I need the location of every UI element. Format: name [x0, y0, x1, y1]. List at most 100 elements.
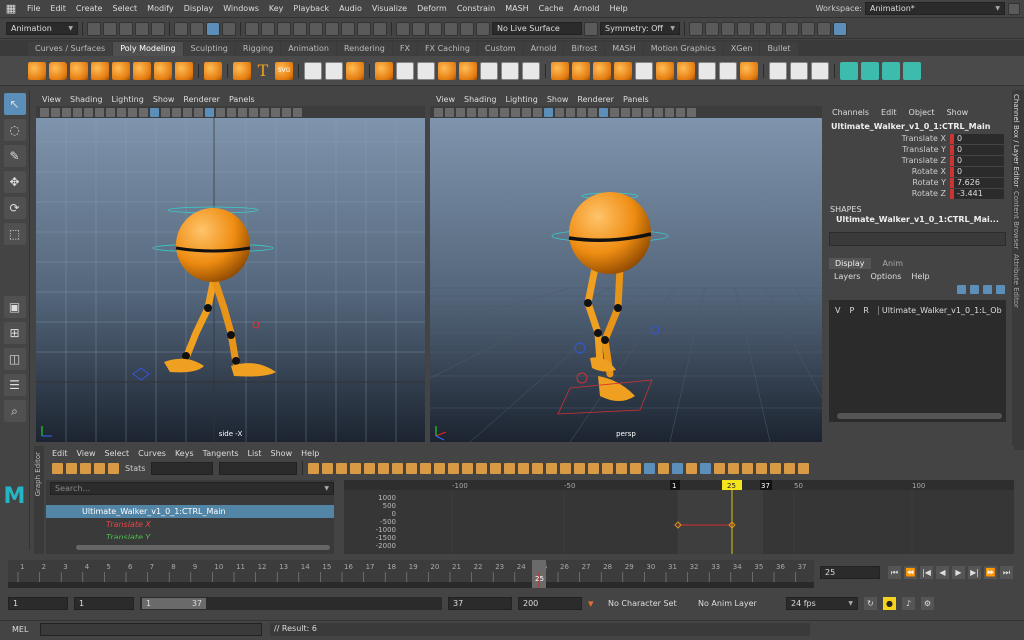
- cb-value-field[interactable]: -3.441: [954, 188, 1004, 199]
- retime-tool-icon[interactable]: [108, 462, 119, 474]
- normalize-icon[interactable]: [588, 462, 600, 474]
- foot-control-left[interactable]: [132, 367, 150, 381]
- textured-icon[interactable]: [205, 107, 214, 117]
- step-forward-key-icon[interactable]: ⏩: [984, 566, 997, 579]
- shelf-tab-mash[interactable]: MASH: [605, 42, 643, 56]
- pre-infinity-icon[interactable]: [616, 462, 628, 474]
- menu-mash[interactable]: MASH: [500, 4, 533, 13]
- arnold-render-view-icon[interactable]: [753, 21, 767, 36]
- poly-cylinder-icon[interactable]: [70, 61, 88, 80]
- cb-value-field[interactable]: 0: [954, 166, 1004, 177]
- mask-deform-icon[interactable]: [309, 21, 323, 36]
- load-selected-icon[interactable]: [686, 462, 698, 474]
- snap-view-icon[interactable]: [444, 21, 458, 36]
- smooth-tool-icon[interactable]: [790, 61, 808, 80]
- anti-alias-icon[interactable]: [654, 107, 663, 117]
- mask-misc-icon[interactable]: [357, 21, 371, 36]
- vp-menu-view[interactable]: View: [436, 95, 455, 104]
- platonic-solid-icon[interactable]: [175, 61, 193, 80]
- menu-file[interactable]: File: [22, 4, 45, 13]
- post-infinity-icon[interactable]: [630, 462, 642, 474]
- select-object-icon[interactable]: [190, 21, 204, 36]
- layer-hscrollbar[interactable]: [837, 413, 1002, 419]
- film-gate-icon[interactable]: [478, 107, 487, 117]
- search-icon[interactable]: ⌕: [3, 400, 26, 422]
- undo-icon[interactable]: [135, 21, 149, 36]
- single-view-icon[interactable]: ▣: [3, 296, 26, 318]
- select-tool-icon[interactable]: ↖: [3, 93, 26, 115]
- snap-surface-icon[interactable]: [460, 21, 474, 36]
- append-icon[interactable]: [501, 61, 519, 80]
- poly-sphere-icon[interactable]: [28, 61, 46, 80]
- uv-automatic-icon[interactable]: [903, 61, 921, 80]
- shelf-tab-curves[interactable]: Curves / Surfaces: [28, 42, 113, 56]
- mask-lock-icon[interactable]: [373, 21, 387, 36]
- menu-select[interactable]: Select: [107, 4, 142, 13]
- lock-weight-icon[interactable]: [504, 462, 516, 474]
- lights-icon[interactable]: [610, 107, 619, 117]
- safe-action-icon[interactable]: [128, 107, 137, 117]
- insert-edge-loop-icon[interactable]: [635, 61, 653, 80]
- paint-select-icon[interactable]: ✎: [3, 145, 26, 167]
- bevel-icon[interactable]: [459, 61, 477, 80]
- anim-prefs-icon[interactable]: ⚙: [921, 596, 934, 610]
- vp-menu-lighting[interactable]: Lighting: [111, 95, 143, 104]
- ge-menu-keys[interactable]: Keys: [175, 449, 194, 458]
- menu-deform[interactable]: Deform: [412, 4, 452, 13]
- layer-tab-display[interactable]: Display: [829, 258, 871, 269]
- script-language-label[interactable]: MEL: [12, 625, 34, 634]
- menu-audio[interactable]: Audio: [334, 4, 367, 13]
- vp-menu-show[interactable]: Show: [547, 95, 569, 104]
- grid-icon[interactable]: [544, 107, 553, 117]
- ge-search-field[interactable]: Search... ▼: [50, 482, 334, 495]
- motion-blur-icon[interactable]: [643, 107, 652, 117]
- workspace-dropdown[interactable]: Animation* ▼: [865, 2, 1005, 15]
- foot-right[interactable]: [598, 376, 635, 401]
- collapse-icon[interactable]: [677, 61, 695, 80]
- command-input[interactable]: [40, 623, 262, 636]
- vp-menu-panels[interactable]: Panels: [229, 95, 255, 104]
- pole-vector-ctrl[interactable]: [252, 321, 260, 329]
- menu-arnold[interactable]: Arnold: [569, 4, 605, 13]
- relative-view-icon[interactable]: [714, 462, 726, 474]
- vp-menu-show[interactable]: Show: [153, 95, 175, 104]
- resolution-gate-icon[interactable]: [489, 107, 498, 117]
- menuset-dropdown[interactable]: Animation ▼: [6, 22, 78, 35]
- xray-icon[interactable]: [194, 107, 203, 117]
- cb-value-field[interactable]: 0: [954, 144, 1004, 155]
- cb-object-name[interactable]: Ultimate_Walker_v1_0_1:CTRL_Main: [826, 117, 1011, 133]
- shelf-tab-sculpting[interactable]: Sculpting: [183, 42, 235, 56]
- vp-menu-view[interactable]: View: [42, 95, 61, 104]
- vp-menu-panels[interactable]: Panels: [623, 95, 649, 104]
- menu-cache[interactable]: Cache: [534, 4, 569, 13]
- boolean-icon[interactable]: [375, 61, 393, 80]
- vp-menu-renderer[interactable]: Renderer: [183, 95, 220, 104]
- menu-key[interactable]: Key: [264, 4, 289, 13]
- wedge-icon[interactable]: [719, 61, 737, 80]
- camera-icon[interactable]: [434, 107, 443, 117]
- layer-row[interactable]: V P R Ultimate_Walker_v1_0_1:L_Ob: [829, 300, 1006, 315]
- ge-outliner-item[interactable]: Ultimate_Walker_v1_0_1:CTRL_Main: [46, 505, 334, 518]
- ge-menu-show[interactable]: Show: [271, 449, 293, 458]
- new-scene-icon[interactable]: [87, 21, 101, 36]
- cb-row-rotate-x[interactable]: Rotate X 0: [826, 166, 1011, 177]
- buffer-curve-icon[interactable]: [518, 462, 530, 474]
- lasso-tool-icon[interactable]: ◌: [3, 119, 26, 141]
- viewport-persp-canvas[interactable]: persp: [430, 118, 822, 442]
- leg-left[interactable]: [182, 274, 218, 362]
- menu-windows[interactable]: Windows: [218, 4, 264, 13]
- swap-buffer-icon[interactable]: [532, 462, 544, 474]
- cb-splitter[interactable]: [829, 232, 1006, 246]
- render-settings-icon[interactable]: [721, 21, 735, 36]
- ge-outliner-hscroll[interactable]: [76, 545, 330, 550]
- shelf-tab-rendering[interactable]: Rendering: [337, 42, 392, 56]
- playback-end-field[interactable]: 37: [448, 596, 512, 610]
- go-to-end-icon[interactable]: ⏭: [1000, 566, 1013, 579]
- ge-menu-view[interactable]: View: [77, 449, 96, 458]
- combine-icon[interactable]: [304, 61, 322, 80]
- plateau-tangent-icon[interactable]: [448, 462, 460, 474]
- vp-menu-shading[interactable]: Shading: [70, 95, 103, 104]
- smooth-icon[interactable]: [346, 61, 364, 80]
- cb-row-translate-x[interactable]: Translate X 0: [826, 133, 1011, 144]
- vtab-channel-box[interactable]: Channel Box / Layer Editor: [1012, 94, 1020, 187]
